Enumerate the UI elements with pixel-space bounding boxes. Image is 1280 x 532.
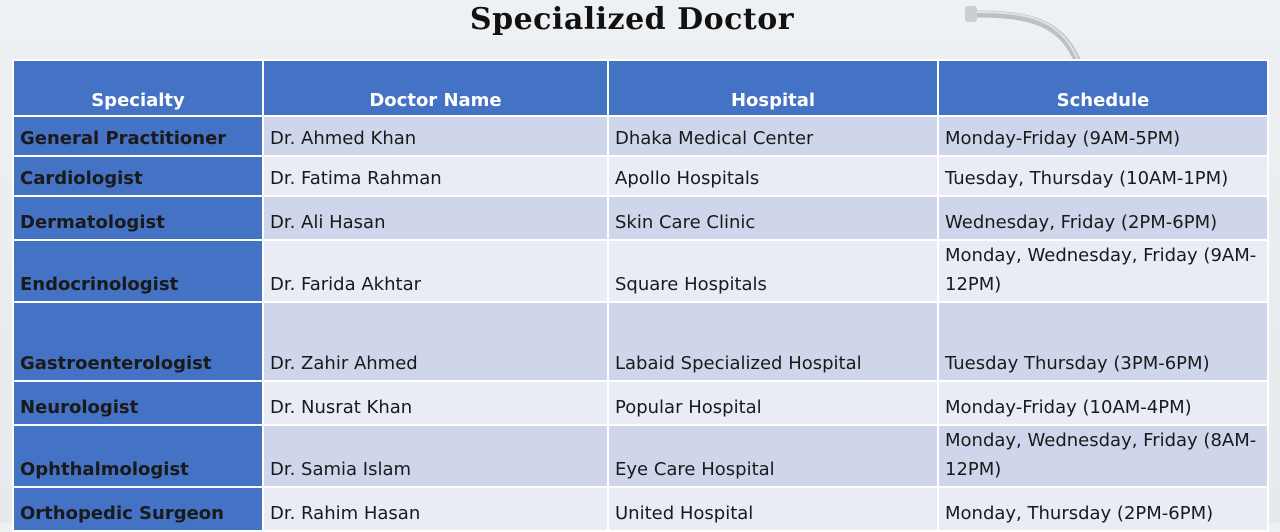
hospital-cell: Dhaka Medical Center	[607, 115, 939, 157]
column-header-schedule: Schedule	[937, 59, 1269, 117]
table-row: Gastroenterologist Dr. Zahir Ahmed Labai…	[12, 301, 1269, 382]
hospital-cell: Square Hospitals	[607, 239, 939, 303]
table-row: Orthopedic Surgeon Dr. Rahim Hasan Unite…	[12, 486, 1269, 532]
doctor-cell: Dr. Farida Akhtar	[262, 239, 609, 303]
schedule-cell: Monday-Friday (9AM-5PM)	[937, 115, 1269, 157]
column-header-hospital: Hospital	[607, 59, 939, 117]
doctor-cell: Dr. Rahim Hasan	[262, 486, 609, 532]
schedule-cell: Tuesday, Thursday (10AM-1PM)	[937, 155, 1269, 197]
table-row: Dermatologist Dr. Ali Hasan Skin Care Cl…	[12, 195, 1269, 241]
table-row: General Practitioner Dr. Ahmed Khan Dhak…	[12, 115, 1269, 157]
hospital-cell: Labaid Specialized Hospital	[607, 301, 939, 382]
hospital-cell: United Hospital	[607, 486, 939, 532]
hospital-cell: Eye Care Hospital	[607, 424, 939, 488]
doctors-table: Specialty Doctor Name Hospital Schedule …	[12, 59, 1269, 532]
doctor-cell: Dr. Nusrat Khan	[262, 380, 609, 426]
specialty-cell: Cardiologist	[12, 155, 264, 197]
table-header-row: Specialty Doctor Name Hospital Schedule	[12, 59, 1269, 117]
hospital-cell: Skin Care Clinic	[607, 195, 939, 241]
doctor-cell: Dr. Fatima Rahman	[262, 155, 609, 197]
hospital-cell: Apollo Hospitals	[607, 155, 939, 197]
table-row: Cardiologist Dr. Fatima Rahman Apollo Ho…	[12, 155, 1269, 197]
hospital-cell: Popular Hospital	[607, 380, 939, 426]
schedule-cell: Monday-Friday (10AM-4PM)	[937, 380, 1269, 426]
specialty-cell: Orthopedic Surgeon	[12, 486, 264, 532]
column-header-specialty: Specialty	[12, 59, 264, 117]
specialty-cell: Neurologist	[12, 380, 264, 426]
table-row: Endocrinologist Dr. Farida Akhtar Square…	[12, 239, 1269, 303]
table-row: Ophthalmologist Dr. Samia Islam Eye Care…	[12, 424, 1269, 488]
page-title: Specialized Doctor	[469, 2, 795, 37]
column-header-doctor-name: Doctor Name	[262, 59, 609, 117]
specialty-cell: Ophthalmologist	[12, 424, 264, 488]
doctor-cell: Dr. Ahmed Khan	[262, 115, 609, 157]
schedule-cell: Monday, Wednesday, Friday (8AM-12PM)	[937, 424, 1269, 488]
doctor-cell: Dr. Zahir Ahmed	[262, 301, 609, 382]
doctor-cell: Dr. Ali Hasan	[262, 195, 609, 241]
schedule-cell: Monday, Thursday (2PM-6PM)	[937, 486, 1269, 532]
table-row: Neurologist Dr. Nusrat Khan Popular Hosp…	[12, 380, 1269, 426]
specialty-cell: Endocrinologist	[12, 239, 264, 303]
schedule-cell: Wednesday, Friday (2PM-6PM)	[937, 195, 1269, 241]
schedule-cell: Monday, Wednesday, Friday (9AM-12PM)	[937, 239, 1269, 303]
specialty-cell: General Practitioner	[12, 115, 264, 157]
specialty-cell: Dermatologist	[12, 195, 264, 241]
schedule-cell: Tuesday Thursday (3PM-6PM)	[937, 301, 1269, 382]
specialty-cell: Gastroenterologist	[12, 301, 264, 382]
doctor-cell: Dr. Samia Islam	[262, 424, 609, 488]
